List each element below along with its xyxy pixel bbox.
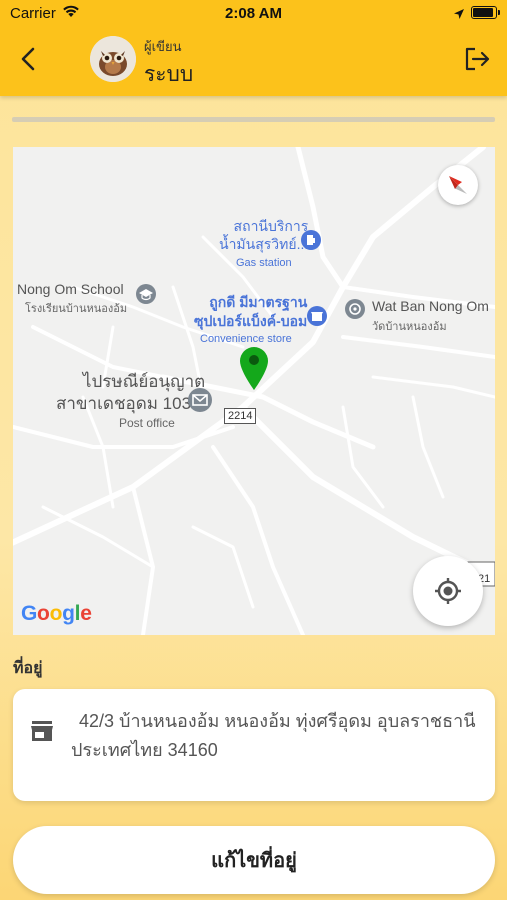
edit-address-button[interactable]: แก้ไขที่อยู่: [13, 826, 495, 894]
address-line1: 42/3 บ้านหนองอ้ม หนองอ้ม ทุ่งศรีอุดม อุบ…: [79, 711, 476, 731]
poi-post-name-line2: สาขาเดชอุดม 103...: [56, 394, 206, 413]
map-view[interactable]: สถานีบริการ น้ำมันสุรวิทย์... Gas statio…: [13, 147, 495, 635]
poi-gas-station-name-line2: น้ำมันสุรวิทย์...: [219, 236, 309, 252]
crosshair-icon: [435, 578, 461, 604]
poi-store-type: Convenience store: [200, 333, 292, 345]
temple-icon: [344, 298, 366, 325]
battery-icon: [471, 6, 500, 19]
address-text: 42/3 บ้านหนองอ้ม หนองอ้ม ทุ่งศรีอุดม อุบ…: [71, 707, 491, 765]
store-icon: [29, 719, 55, 748]
location-pin-icon[interactable]: [238, 345, 270, 396]
user-name: ระบบ: [144, 63, 194, 86]
user-role: ผู้เขียน: [144, 39, 182, 54]
back-button[interactable]: [14, 44, 44, 74]
poi-store-name-line1: ถูกดี มีมาตรฐาน: [209, 294, 308, 310]
owl-icon: [90, 36, 136, 82]
header-bar: Carrier 2:08 AM ผู้เขียน ระบบ: [0, 0, 507, 96]
poi-post-name: ไปรษณีย์อนุญาต สาขาเดชอุดม 103...: [56, 371, 205, 415]
chevron-left-icon: [21, 47, 35, 71]
gas-station-icon: [300, 229, 322, 256]
poi-store-name-line2: ซุปเปอร์แบ็งค์-บอม: [194, 313, 308, 329]
poi-store-name: ถูกดี มีมาตรฐาน ซุปเปอร์แบ็งค์-บอม: [194, 293, 307, 331]
road-sign-2214: 2214: [224, 408, 257, 424]
my-location-button[interactable]: [413, 556, 483, 626]
school-icon: [135, 283, 157, 310]
address-card: 42/3 บ้านหนองอ้ม หนองอ้ม ทุ่งศรีอุดม อุบ…: [13, 689, 495, 801]
poi-gas-station-type: Gas station: [236, 257, 292, 269]
address-label: ที่อยู่: [13, 660, 43, 677]
status-bar: Carrier 2:08 AM: [0, 0, 507, 28]
location-arrow-icon: [453, 7, 465, 25]
status-time: 2:08 AM: [225, 5, 282, 22]
compass-icon: [449, 176, 467, 194]
divider: [12, 117, 495, 122]
logout-icon: [465, 47, 490, 71]
battery-fill: [473, 8, 493, 17]
google-logo: Google: [21, 602, 92, 625]
poi-gas-station-name: สถานีบริการ น้ำมันสุรวิทย์...: [219, 217, 308, 253]
logout-button[interactable]: [462, 44, 492, 74]
poi-school-name-th: โรงเรียนบ้านหนองอ้ม: [25, 303, 128, 315]
poi-temple-name-th: วัดบ้านหนองอ้ม: [372, 321, 447, 333]
post-office-icon: [187, 387, 213, 418]
compass-button[interactable]: [438, 165, 478, 205]
poi-gas-station-name-line1: สถานีบริการ: [233, 218, 309, 234]
poi-school-name: Nong Om School: [17, 281, 124, 297]
poi-temple-name: Wat Ban Nong Om: [372, 298, 489, 314]
shop-icon: [306, 305, 328, 332]
poi-post-type: Post office: [119, 416, 175, 430]
address-line2: ประเทศไทย 34160: [71, 740, 218, 760]
avatar: [90, 36, 136, 82]
